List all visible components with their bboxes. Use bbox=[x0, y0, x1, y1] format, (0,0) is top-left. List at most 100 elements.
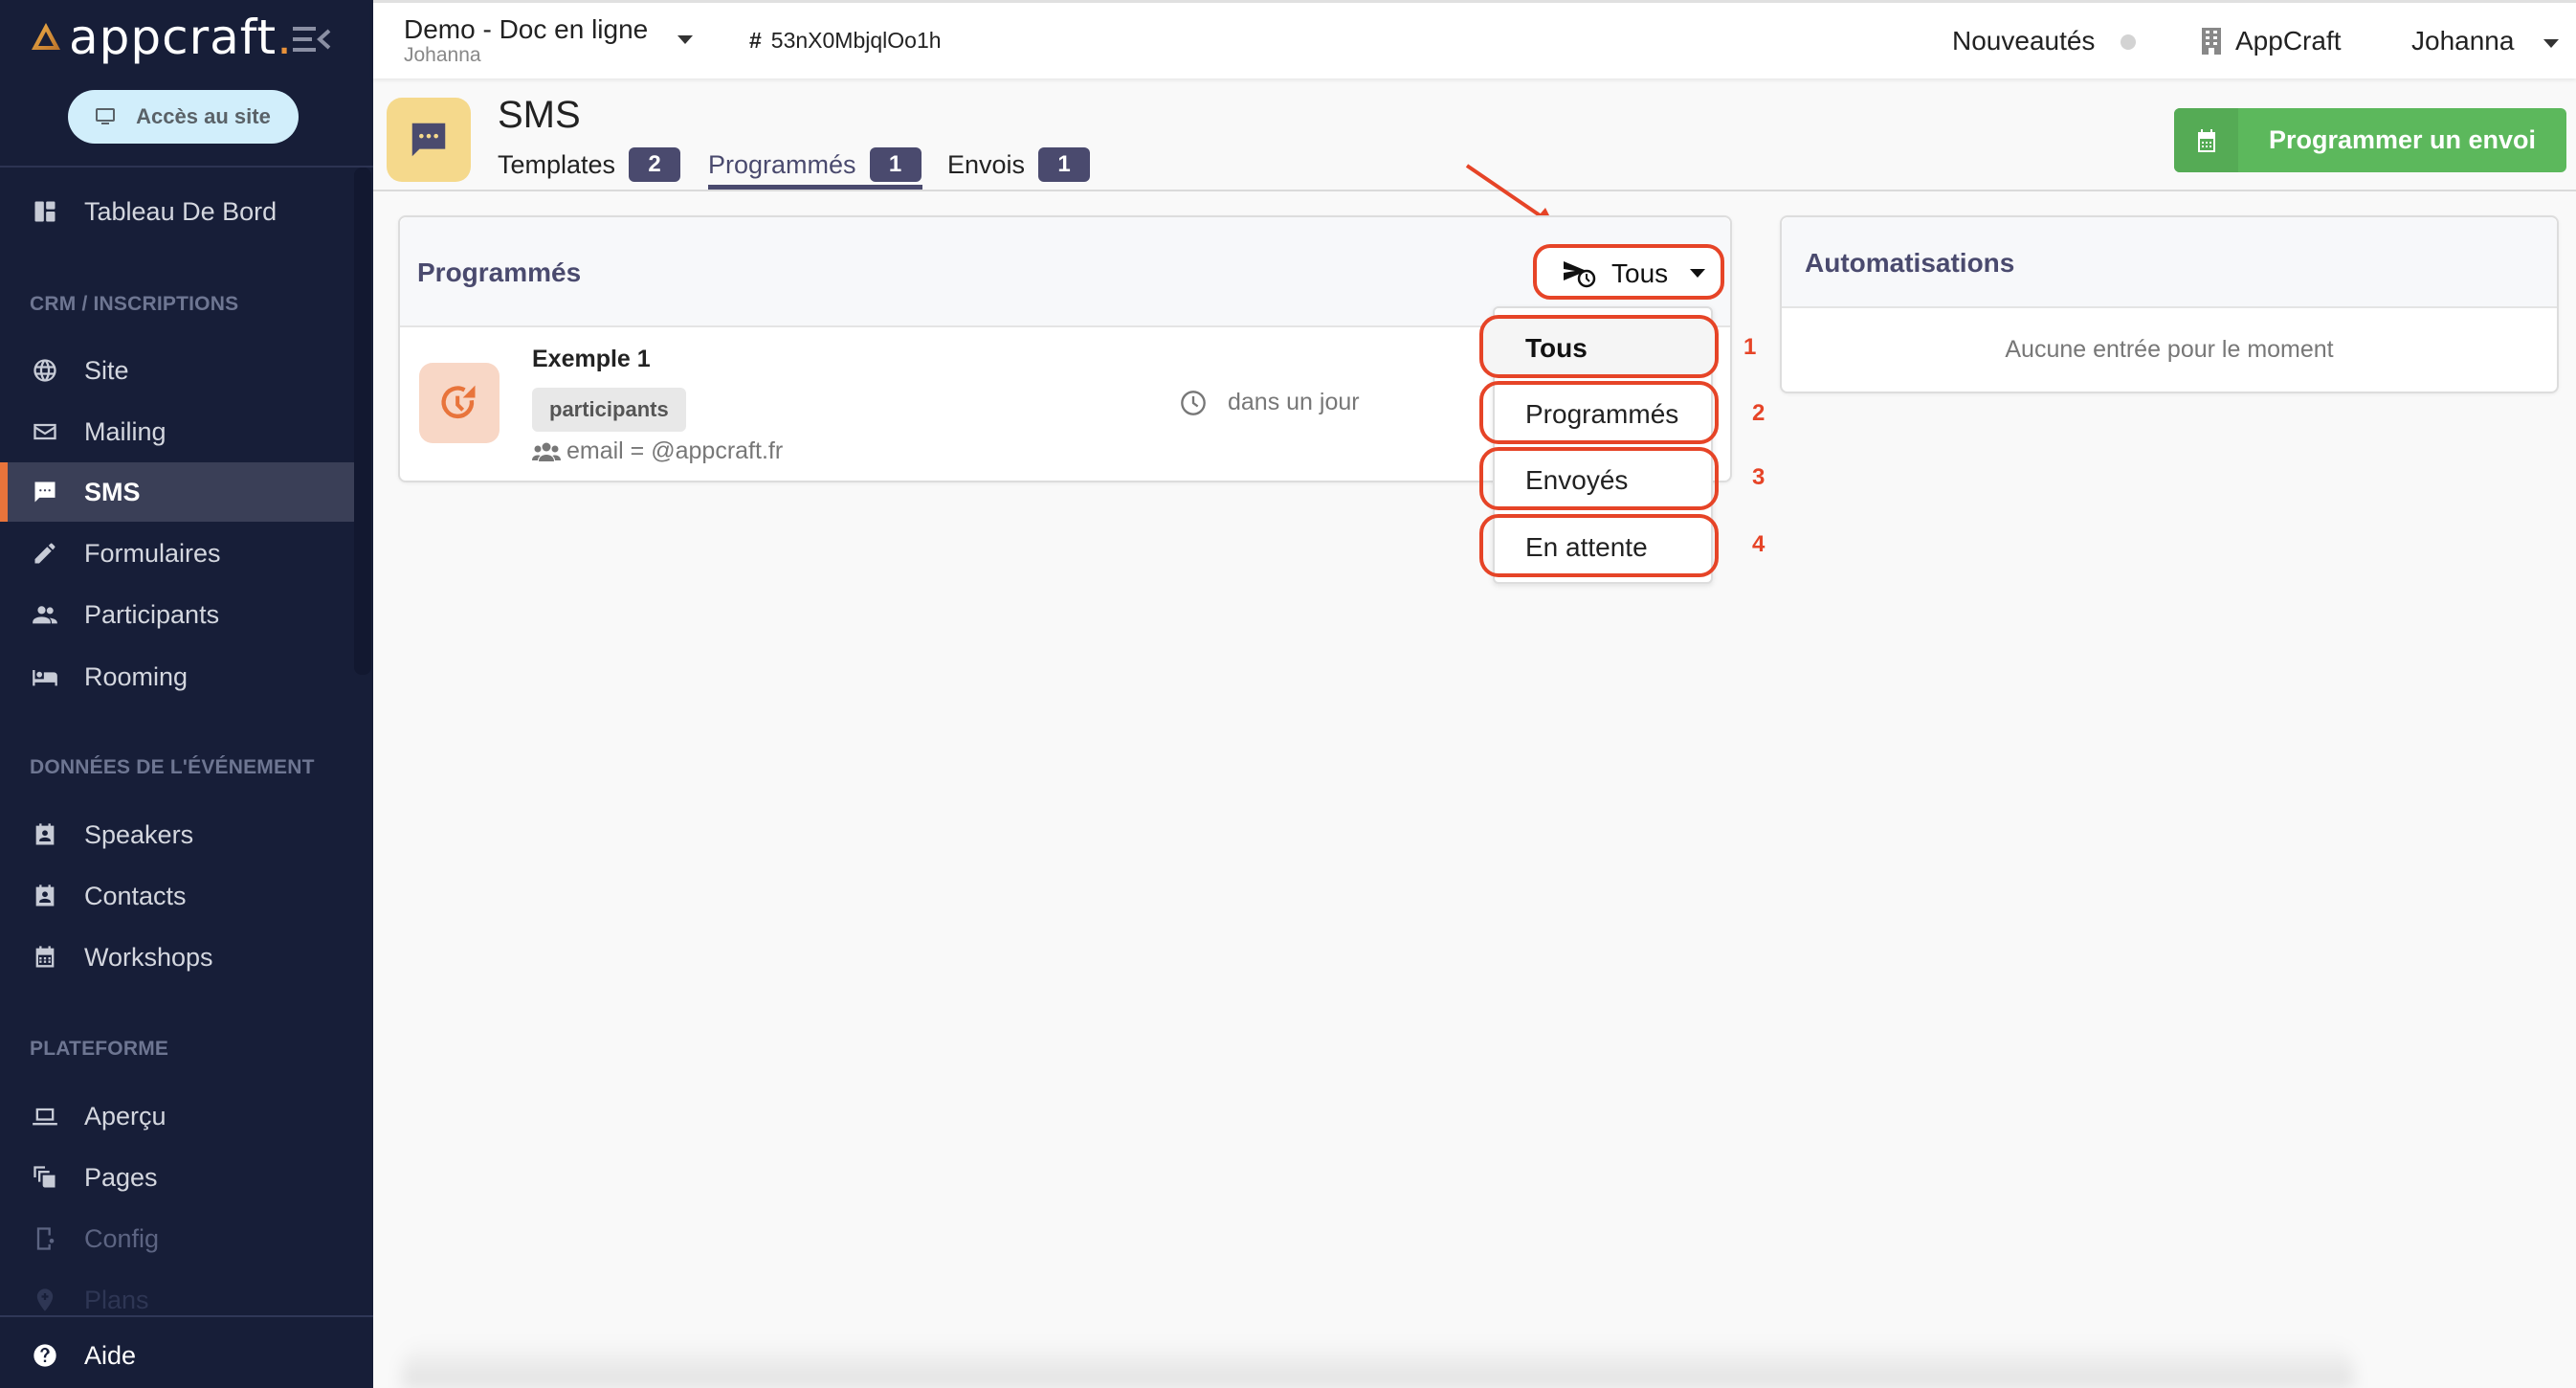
monitor-icon bbox=[96, 108, 116, 124]
help-label: Aide bbox=[84, 1340, 137, 1370]
sidebar-item-speakers[interactable]: Speakers bbox=[0, 805, 354, 864]
logo-mark-icon bbox=[32, 23, 60, 50]
audience-filter: email = @appcraft.fr bbox=[532, 437, 783, 465]
organization-menu[interactable]: AppCraft bbox=[2201, 26, 2342, 56]
dashboard-icon bbox=[31, 197, 59, 226]
calendar-icon bbox=[31, 943, 59, 972]
brand-name: appcraft. bbox=[69, 10, 294, 65]
sidebar-item-label: Config bbox=[84, 1223, 160, 1253]
help-divider bbox=[0, 1315, 373, 1317]
tab-envois[interactable]: Envois 1 bbox=[947, 146, 1091, 184]
sms-icon bbox=[411, 123, 446, 157]
collapse-sidebar-icon[interactable] bbox=[293, 25, 331, 54]
top-bar: Demo - Doc en ligne Johanna #53nX0MbjqlO… bbox=[373, 0, 2576, 78]
sidebar-item-label: Workshops bbox=[84, 942, 213, 972]
filter-option-envoyes[interactable]: Envoyés bbox=[1479, 447, 1719, 510]
section-platform: PLATEFORME bbox=[30, 1038, 169, 1060]
tab-count-badge: 1 bbox=[1038, 147, 1091, 182]
annotation-number: 1 bbox=[1743, 334, 1757, 360]
user-menu[interactable]: Johanna bbox=[2411, 26, 2514, 56]
hash-icon: # bbox=[749, 28, 762, 53]
laptop-icon bbox=[31, 1102, 59, 1131]
filter-option-programmes[interactable]: Programmés bbox=[1479, 381, 1719, 444]
sidebar: appcraft. Accès au site Tableau De Bord … bbox=[0, 0, 373, 1388]
user-menu-caret-icon[interactable] bbox=[2543, 39, 2559, 48]
news-link[interactable]: Nouveautés bbox=[1952, 26, 2095, 56]
sidebar-item-formulaires[interactable]: Formulaires bbox=[0, 524, 354, 583]
schedule-send-label: Programmer un envoi bbox=[2268, 125, 2537, 154]
annotation-number: 3 bbox=[1752, 464, 1765, 490]
filter-option-en-attente[interactable]: En attente bbox=[1479, 514, 1719, 577]
filter-option-tous[interactable]: Tous bbox=[1479, 315, 1719, 378]
sidebar-item-label: Formulaires bbox=[84, 538, 221, 568]
sidebar-item-label: Site bbox=[84, 355, 129, 385]
map-pin-plus-icon bbox=[31, 1286, 59, 1314]
sidebar-item-label: SMS bbox=[84, 477, 141, 506]
sidebar-item-rooming[interactable]: Rooming bbox=[0, 647, 354, 706]
help-link[interactable]: Aide bbox=[0, 1326, 354, 1385]
sidebar-item-workshops[interactable]: Workshops bbox=[0, 928, 354, 987]
event-id-value: 53nX0MbjqlOo1h bbox=[770, 28, 942, 53]
sidebar-item-site[interactable]: Site bbox=[0, 341, 354, 400]
bottom-shadow bbox=[402, 1340, 2354, 1388]
site-access-label: Accès au site bbox=[136, 104, 271, 128]
users-icon bbox=[532, 442, 561, 461]
sidebar-item-label: Pages bbox=[84, 1162, 158, 1192]
sidebar-item-label: Tableau De Bord bbox=[84, 196, 278, 226]
sidebar-item-dashboard[interactable]: Tableau De Bord bbox=[0, 182, 354, 241]
clock-refresh-icon bbox=[441, 385, 476, 419]
automations-card: Automatisations Aucune entrée pour le mo… bbox=[1780, 215, 2559, 393]
filter-option-label: En attente bbox=[1525, 532, 1648, 562]
automations-card-header: Automatisations bbox=[1782, 217, 2557, 308]
sidebar-item-sms[interactable]: SMS bbox=[0, 462, 354, 522]
status-filter-dropdown[interactable]: Tous bbox=[1533, 244, 1724, 300]
pages-icon bbox=[31, 1163, 59, 1192]
event-switcher-caret-icon[interactable] bbox=[677, 35, 693, 44]
chevron-down-icon bbox=[1690, 269, 1705, 278]
sidebar-item-label: Aperçu bbox=[84, 1101, 167, 1131]
filter-option-label: Programmés bbox=[1525, 399, 1679, 429]
sidebar-item-label: Participants bbox=[84, 599, 220, 629]
audience-tag: participants bbox=[532, 388, 686, 432]
sidebar-item-pages[interactable]: Pages bbox=[0, 1148, 354, 1207]
tab-label: Programmés bbox=[708, 149, 856, 179]
event-owner: Johanna bbox=[404, 44, 481, 66]
scheduled-time-text: dans un jour bbox=[1228, 389, 1360, 415]
site-access-button[interactable]: Accès au site bbox=[68, 90, 299, 144]
annotation-number: 4 bbox=[1752, 531, 1765, 557]
news-status-dot bbox=[2121, 34, 2136, 50]
event-title[interactable]: Demo - Doc en ligne bbox=[404, 14, 648, 45]
status-filter-value: Tous bbox=[1611, 258, 1669, 288]
section-crm: CRM / INSCRIPTIONS bbox=[30, 293, 239, 315]
sidebar-divider bbox=[0, 166, 373, 168]
automations-empty-state: Aucune entrée pour le moment bbox=[2005, 336, 2334, 363]
event-id: #53nX0MbjqlOo1h bbox=[749, 28, 942, 54]
scheduled-card-title: Programmés bbox=[417, 257, 582, 287]
sidebar-scrollbar[interactable] bbox=[354, 168, 371, 675]
sidebar-item-mailing[interactable]: Mailing bbox=[0, 402, 354, 461]
sidebar-item-config[interactable]: Config bbox=[0, 1209, 354, 1268]
tab-templates[interactable]: Templates 2 bbox=[498, 146, 681, 184]
appcraft-logo[interactable]: appcraft. bbox=[29, 13, 293, 61]
calendar-icon bbox=[2174, 108, 2238, 172]
sidebar-item-apercu[interactable]: Aperçu bbox=[0, 1086, 354, 1146]
filter-option-label: Envoyés bbox=[1525, 465, 1629, 495]
tab-programmes[interactable]: Programmés 1 bbox=[708, 146, 922, 184]
sidebar-item-label: Contacts bbox=[84, 881, 187, 910]
sms-icon bbox=[31, 478, 59, 506]
clock-icon bbox=[1181, 390, 1206, 415]
sidebar-item-participants[interactable]: Participants bbox=[0, 585, 354, 644]
tab-count-badge: 1 bbox=[869, 147, 922, 182]
bed-icon bbox=[31, 662, 59, 691]
annotation-number: 2 bbox=[1752, 400, 1765, 426]
contact-card-icon bbox=[31, 820, 59, 849]
sidebar-item-label: Speakers bbox=[84, 819, 194, 849]
sidebar-item-plans[interactable]: Plans bbox=[0, 1270, 354, 1330]
sidebar-item-label: Mailing bbox=[84, 416, 167, 446]
sidebar-item-contacts[interactable]: Contacts bbox=[0, 866, 354, 926]
filter-option-label: Tous bbox=[1525, 333, 1588, 363]
pencil-icon bbox=[31, 539, 59, 568]
automations-card-title: Automatisations bbox=[1805, 248, 2015, 278]
page-title: SMS bbox=[498, 94, 581, 136]
schedule-send-button[interactable]: Programmer un envoi bbox=[2174, 108, 2566, 172]
